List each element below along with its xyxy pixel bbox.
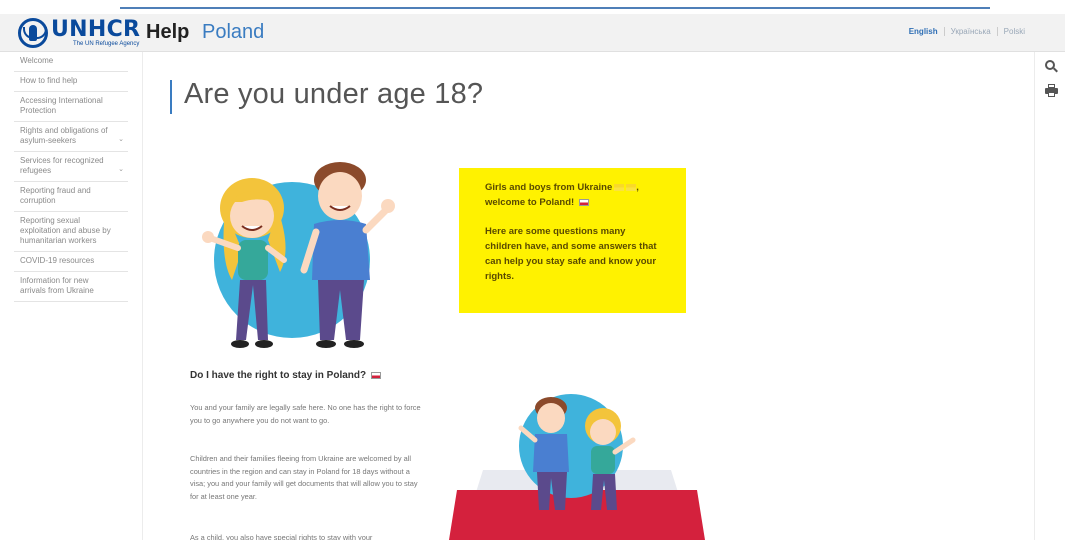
callout-intro: Here are some questions many children ha…: [485, 226, 657, 282]
sidebar-item-label: Welcome: [20, 56, 54, 65]
unhcr-emblem-icon: [18, 18, 48, 48]
body-paragraph: Children and their families fleeing from…: [190, 454, 418, 501]
sidebar-item-label: Information for new arrivals from Ukrain…: [20, 276, 94, 295]
poland-flag-icon: [578, 198, 589, 206]
search-icon[interactable]: [1045, 60, 1058, 74]
site-title-help[interactable]: Help: [146, 21, 189, 44]
sidebar-item-label: Services for recognized refugees: [20, 156, 104, 175]
sidebar-nav: Welcome How to find help Accessing Inter…: [14, 52, 128, 302]
ukraine-flag-icon: [626, 183, 637, 191]
sidebar-item-services-refugees[interactable]: Services for recognized refugees ⌄: [14, 152, 128, 182]
callout-line2: welcome to Poland!: [485, 197, 575, 208]
page-title: Are you under age 18?: [184, 78, 484, 110]
ukraine-flag-icon: [614, 183, 625, 191]
sidebar-item-welcome[interactable]: Welcome: [14, 52, 128, 72]
top-accent-line: [120, 7, 990, 9]
callout-greeting: Girls and boys from Ukraine, welcome to …: [485, 182, 639, 208]
body-paragraph: You and your family are legally safe her…: [190, 403, 421, 425]
sidebar-item-ukraine-arrivals[interactable]: Information for new arrivals from Ukrain…: [14, 272, 128, 302]
print-icon[interactable]: [1045, 84, 1058, 97]
lang-polish[interactable]: Polski: [998, 27, 1031, 36]
unhcr-logo[interactable]: UNHCR The UN Refugee Agency: [18, 18, 140, 48]
body-paragraph: As a child, you also have special rights…: [190, 533, 373, 540]
site-header: UNHCR The UN Refugee Agency Help Poland …: [0, 14, 1065, 52]
sidebar-item-label: Reporting fraud and corruption: [20, 186, 91, 205]
sidebar-item-label: Reporting sexual exploitation and abuse …: [20, 216, 111, 245]
callout-line1: Girls and boys from Ukraine: [485, 182, 613, 193]
sidebar-item-covid[interactable]: COVID-19 resources: [14, 252, 128, 272]
section-heading: Do I have the right to stay in Poland?: [190, 370, 381, 381]
logo-wordmark: UNHCR: [51, 17, 141, 42]
title-accent-bar: [170, 80, 172, 114]
lang-english[interactable]: English: [903, 27, 944, 36]
sidebar-item-label: Accessing International Protection: [20, 96, 103, 115]
flag-children-illustration: [449, 394, 705, 540]
sidebar-item-rights-obligations[interactable]: Rights and obligations of asylum-seekers…: [14, 122, 128, 152]
lang-ukrainian[interactable]: Українська: [945, 27, 997, 36]
welcome-callout: Girls and boys from Ukraine, welcome to …: [459, 168, 686, 313]
sidebar-item-reporting-abuse[interactable]: Reporting sexual exploitation and abuse …: [14, 212, 128, 252]
chevron-down-icon[interactable]: ⌄: [118, 165, 124, 175]
children-illustration: [202, 162, 395, 348]
sidebar-item-label: COVID-19 resources: [20, 256, 95, 265]
logo-tagline: The UN Refugee Agency: [73, 41, 140, 47]
site-title-country[interactable]: Poland: [202, 21, 264, 44]
language-switcher: English Українська Polski: [903, 27, 1031, 36]
poland-flag-icon: [370, 371, 381, 379]
sidebar-item-label: How to find help: [20, 76, 78, 85]
sidebar-item-international-protection[interactable]: Accessing International Protection: [14, 92, 128, 122]
chevron-down-icon[interactable]: ⌄: [118, 135, 124, 145]
sidebar-item-find-help[interactable]: How to find help: [14, 72, 128, 92]
sidebar-item-reporting-fraud[interactable]: Reporting fraud and corruption: [14, 182, 128, 212]
toolbar-divider: [1034, 52, 1035, 540]
sidebar-item-label: Rights and obligations of asylum-seekers: [20, 126, 108, 145]
content-divider: [142, 52, 143, 540]
top-strip: [0, 0, 1065, 14]
